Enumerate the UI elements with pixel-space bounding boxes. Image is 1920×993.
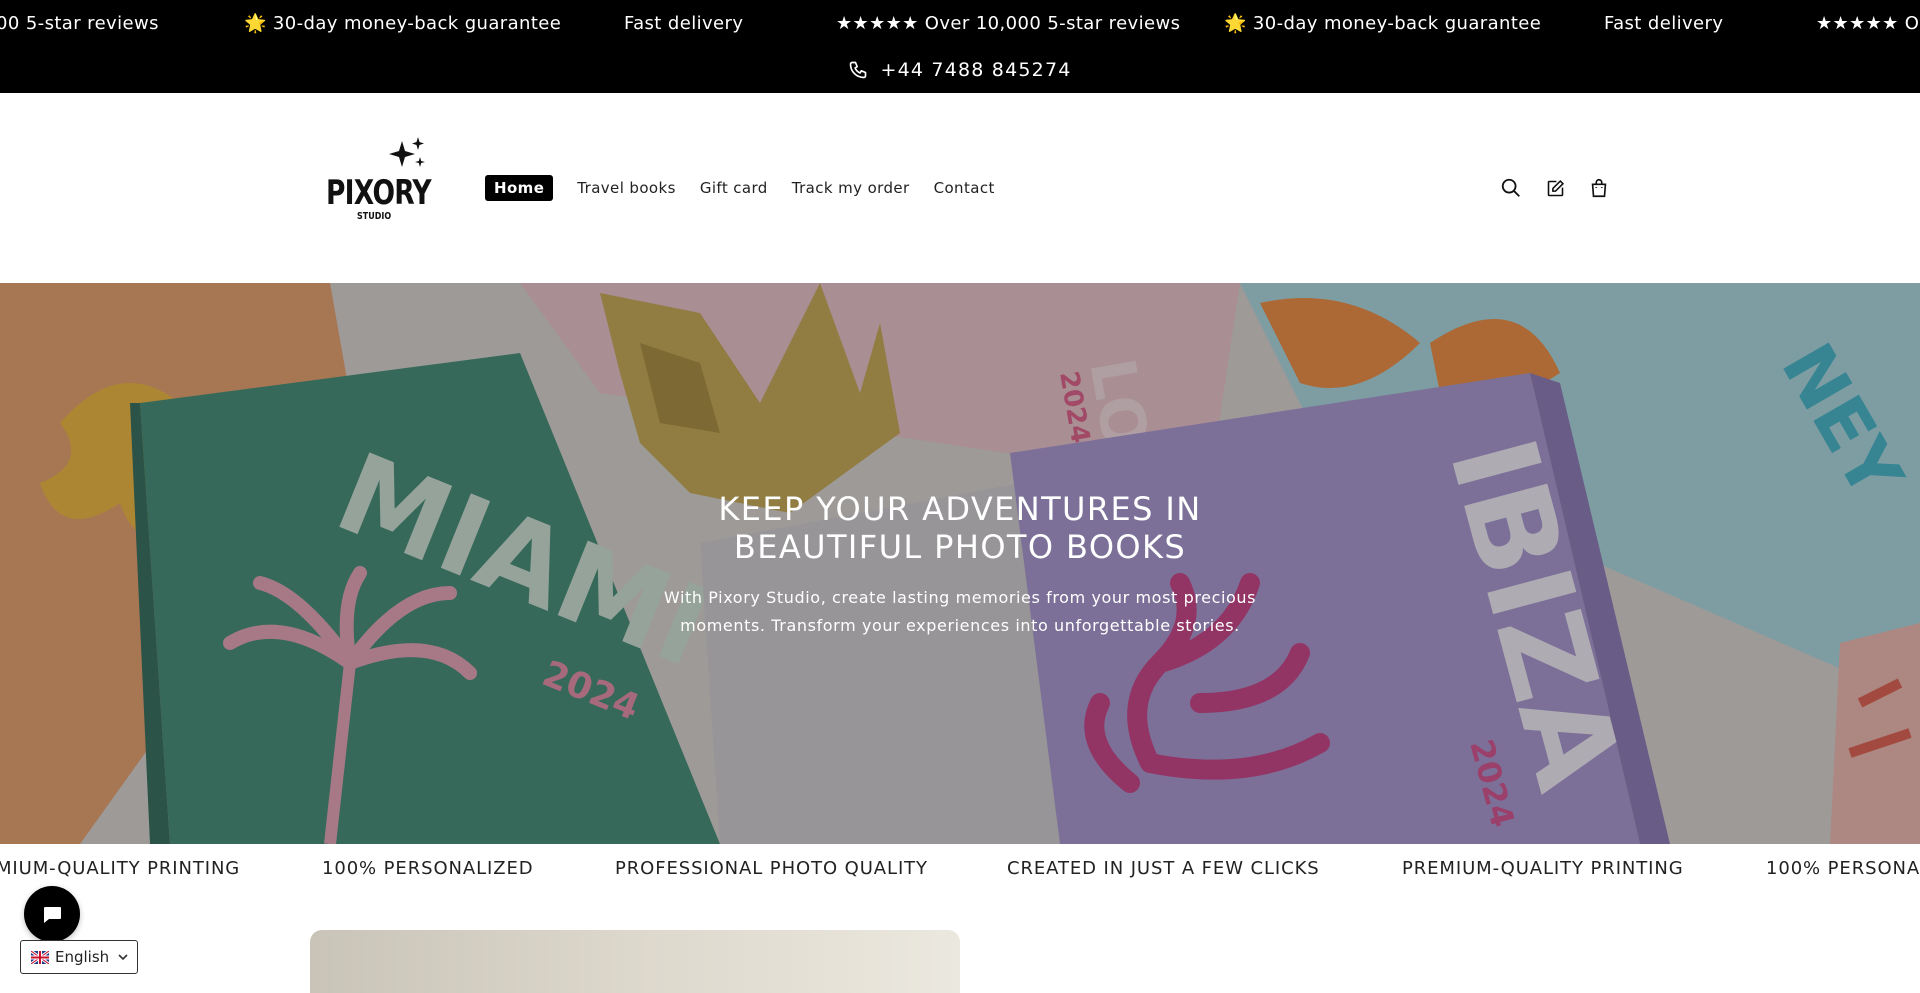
feature-item: PREMIUM-QUALITY PRINTING <box>1402 858 1684 879</box>
hero-description: With Pixory Studio, create lasting memor… <box>663 588 1257 635</box>
phone-link[interactable]: +44 7488 845274 <box>0 58 1920 82</box>
uk-flag-icon <box>31 950 49 964</box>
nav-home[interactable]: Home <box>485 175 554 201</box>
feature-item: 100% PERSONALIZED <box>322 858 534 879</box>
featured-image-card[interactable] <box>310 930 960 993</box>
phone-number: +44 7488 845274 <box>880 59 1072 81</box>
nav-track-my-order[interactable]: Track my order <box>792 179 910 197</box>
announcement-item: 🌟 30-day money-back guarantee <box>1224 13 1542 34</box>
sparkle-icon <box>389 137 425 167</box>
hero-banner: LONA 2024 NEY MIAMI 2024 IBIZA 2024 KEEP… <box>0 283 1920 844</box>
header-actions <box>1498 175 1630 201</box>
announcement-item: Fast delivery <box>1604 13 1724 34</box>
cart-icon <box>1591 178 1607 198</box>
feature-item: 100% PERSONALI <box>1766 858 1920 879</box>
search-icon <box>1501 178 1520 197</box>
chevron-down-icon <box>118 954 128 961</box>
main-nav: Home Travel books Gift card Track my ord… <box>485 175 1019 201</box>
announcement-item: 🌟 30-day money-back guarantee <box>244 13 562 34</box>
site-header: PIXORY STUDIO Home Travel books Gift car… <box>0 93 1920 283</box>
announcement-item: 00 5-star reviews <box>0 13 159 34</box>
chat-icon <box>44 907 61 923</box>
announcement-item: ★★★★★ Over 1 <box>1816 13 1920 34</box>
announcement-bar: 00 5-star reviews 🌟 30-day money-back gu… <box>0 0 1920 93</box>
language-label: English <box>55 948 110 966</box>
edit-button[interactable] <box>1542 175 1568 201</box>
search-button[interactable] <box>1498 175 1524 201</box>
language-selector[interactable]: English <box>20 940 138 974</box>
feature-item: PROFESSIONAL PHOTO QUALITY <box>615 858 928 879</box>
feature-item: MIUM-QUALITY PRINTING <box>0 858 241 879</box>
feature-item: CREATED IN JUST A FEW CLICKS <box>1007 858 1320 879</box>
nav-travel-books[interactable]: Travel books <box>577 179 676 197</box>
cart-button[interactable] <box>1586 175 1612 201</box>
chat-button[interactable] <box>24 886 80 942</box>
announcement-item: ★★★★★ Over 10,000 5-star reviews <box>836 13 1181 34</box>
hero-title: KEEP YOUR ADVENTURES IN BEAUTIFUL PHOTO … <box>718 490 1202 566</box>
edit-icon <box>1547 179 1564 196</box>
hero-content: KEEP YOUR ADVENTURES IN BEAUTIFUL PHOTO … <box>0 490 1920 640</box>
phone-icon <box>850 61 867 79</box>
logo-subtitle: STUDIO <box>357 211 392 222</box>
announcement-item: Fast delivery <box>624 13 744 34</box>
features-marquee: MIUM-QUALITY PRINTING 100% PERSONALIZED … <box>0 844 1920 894</box>
logo-wordmark: PIXORY <box>326 173 432 213</box>
nav-gift-card[interactable]: Gift card <box>700 179 768 197</box>
nav-contact[interactable]: Contact <box>934 179 995 197</box>
